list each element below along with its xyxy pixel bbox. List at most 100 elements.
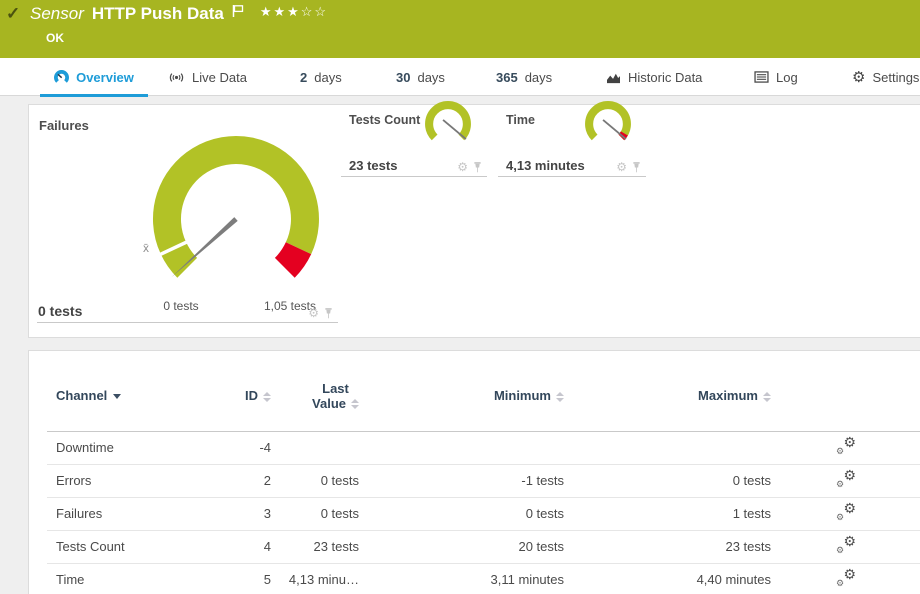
tab-label: days xyxy=(417,70,444,85)
table-row[interactable]: Downtime -4 ⚙⚙ xyxy=(47,431,920,464)
gauge-title: Tests Count xyxy=(349,113,420,127)
time-gauge xyxy=(581,97,635,151)
channel-name: Failures xyxy=(47,497,212,530)
failures-gauge xyxy=(141,124,331,314)
tab-label: Overview xyxy=(76,70,134,85)
tab-number: 365 xyxy=(496,70,518,85)
pin-icon[interactable] xyxy=(632,162,641,173)
tab-historic-data[interactable]: Historic Data xyxy=(606,58,702,96)
tab-bar: Overview Live Data 2 days 30 days 365 da… xyxy=(0,58,920,96)
channel-minimum: 3,11 minutes xyxy=(359,563,564,594)
tab-number: 2 xyxy=(300,70,307,85)
gauge-settings-gear-icon[interactable]: ⚙ xyxy=(457,161,468,173)
prtg-sensor-page: ✓ Sensor HTTP Push Data ★★★☆☆ OK Overvie… xyxy=(0,0,920,594)
channel-settings-gears-icon[interactable]: ⚙⚙ xyxy=(836,504,856,521)
channel-name: Time xyxy=(47,563,212,594)
channels-table-panel: Channel ID Last Value Minimum Maximum xyxy=(28,350,920,594)
gauge-scale-min: 0 tests xyxy=(141,299,221,313)
tab-label: Settings xyxy=(872,70,919,85)
channel-id: 2 xyxy=(212,464,271,497)
log-list-icon xyxy=(754,71,769,83)
tab-settings[interactable]: ⚙ Settings xyxy=(852,58,919,96)
sort-desc-icon xyxy=(113,394,121,399)
channel-id: -4 xyxy=(212,431,271,464)
time-gauge-tile[interactable]: Time 4,13 minutes ⚙ xyxy=(498,113,646,177)
channel-minimum: 0 tests xyxy=(359,497,564,530)
tab-label: days xyxy=(525,70,552,85)
channel-last-value: 0 tests xyxy=(271,464,359,497)
tab-overview[interactable]: Overview xyxy=(40,58,148,96)
failures-current-value: 0 tests xyxy=(38,303,82,319)
tab-log[interactable]: Log xyxy=(754,58,798,96)
channel-last-value: 4,13 minu… xyxy=(271,563,359,594)
channel-last-value: 23 tests xyxy=(271,530,359,563)
sort-icon xyxy=(763,392,771,402)
channel-settings-gears-icon[interactable]: ⚙⚙ xyxy=(836,570,856,587)
tests-count-gauge-tile[interactable]: Tests Count 23 tests ⚙ xyxy=(341,113,487,177)
tab-number: 30 xyxy=(396,70,410,85)
sort-icon xyxy=(351,399,359,409)
channel-name: Downtime xyxy=(47,431,212,464)
column-header-last-value[interactable]: Last Value xyxy=(271,351,359,431)
column-header-maximum[interactable]: Maximum xyxy=(564,351,771,431)
tab-2-days[interactable]: 2 days xyxy=(300,58,342,96)
column-header-channel[interactable]: Channel xyxy=(47,351,212,431)
gauge-settings-gear-icon[interactable]: ⚙ xyxy=(308,307,319,319)
time-current-value: 4,13 minutes xyxy=(506,158,585,173)
channel-id: 5 xyxy=(212,563,271,594)
tests-count-current-value: 23 tests xyxy=(349,158,397,173)
channel-minimum: 20 tests xyxy=(359,530,564,563)
overview-panel: Failures x̄ 0 tests 1,05 tests 0 tests ⚙ xyxy=(28,104,920,338)
average-marker: x̄ xyxy=(143,241,149,255)
tab-live-data[interactable]: Live Data xyxy=(168,58,247,96)
gear-icon: ⚙ xyxy=(852,68,865,86)
sensor-name: HTTP Push Data xyxy=(92,4,224,24)
gauge-settings-gear-icon[interactable]: ⚙ xyxy=(616,161,627,173)
gauge-title: Failures xyxy=(39,118,89,133)
flag-icon[interactable] xyxy=(232,4,244,18)
tab-label: days xyxy=(314,70,341,85)
channel-maximum: 1 tests xyxy=(564,497,771,530)
failures-gauge-tile[interactable]: Failures x̄ 0 tests 1,05 tests 0 tests ⚙ xyxy=(37,113,338,323)
column-header-id[interactable]: ID xyxy=(212,351,271,431)
priority-stars[interactable]: ★★★☆☆ xyxy=(260,4,328,20)
channel-maximum: 0 tests xyxy=(564,464,771,497)
sensor-header-band: ✓ Sensor HTTP Push Data ★★★☆☆ OK xyxy=(0,0,920,58)
gauge-icon xyxy=(54,70,69,85)
channels-table: Channel ID Last Value Minimum Maximum xyxy=(47,351,920,594)
channel-maximum: 4,40 minutes xyxy=(564,563,771,594)
pin-icon[interactable] xyxy=(324,308,333,319)
table-row[interactable]: Errors 2 0 tests -1 tests 0 tests ⚙⚙ xyxy=(47,464,920,497)
channel-id: 4 xyxy=(212,530,271,563)
table-row[interactable]: Failures 3 0 tests 0 tests 1 tests ⚙⚙ xyxy=(47,497,920,530)
broadcast-icon xyxy=(168,71,185,84)
channel-last-value xyxy=(271,431,359,464)
channel-id: 3 xyxy=(212,497,271,530)
tab-label: Log xyxy=(776,70,798,85)
sort-icon xyxy=(556,392,564,402)
column-header-actions xyxy=(771,351,920,431)
status-check-icon: ✓ xyxy=(6,4,20,24)
area-chart-icon xyxy=(606,71,621,84)
channel-maximum: 23 tests xyxy=(564,530,771,563)
tab-365-days[interactable]: 365 days xyxy=(496,58,552,96)
channel-name: Tests Count xyxy=(47,530,212,563)
channel-name: Errors xyxy=(47,464,212,497)
gauge-title: Time xyxy=(506,113,535,127)
table-row[interactable]: Time 5 4,13 minu… 3,11 minutes 4,40 minu… xyxy=(47,563,920,594)
tab-label: Historic Data xyxy=(628,70,702,85)
channel-settings-gears-icon[interactable]: ⚙⚙ xyxy=(836,438,856,455)
column-header-minimum[interactable]: Minimum xyxy=(359,351,564,431)
channel-last-value: 0 tests xyxy=(271,497,359,530)
channel-settings-gears-icon[interactable]: ⚙⚙ xyxy=(836,537,856,554)
channel-settings-gears-icon[interactable]: ⚙⚙ xyxy=(836,471,856,488)
channel-maximum xyxy=(564,431,771,464)
channel-minimum xyxy=(359,431,564,464)
tab-30-days[interactable]: 30 days xyxy=(396,58,445,96)
pin-icon[interactable] xyxy=(473,162,482,173)
sort-icon xyxy=(263,392,271,402)
object-type-label: Sensor xyxy=(30,4,84,24)
channel-minimum: -1 tests xyxy=(359,464,564,497)
tab-label: Live Data xyxy=(192,70,247,85)
table-row[interactable]: Tests Count 4 23 tests 20 tests 23 tests… xyxy=(47,530,920,563)
